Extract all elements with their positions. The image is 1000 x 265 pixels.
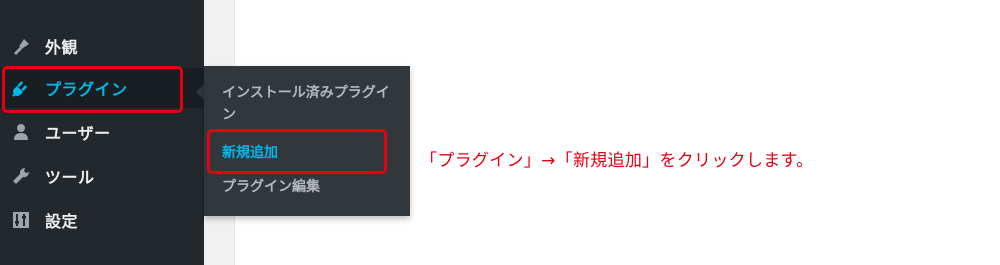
brush-icon [9,34,33,58]
sidebar-item-tools[interactable]: ツール [0,156,204,196]
sidebar-item-label: 外観 [45,38,79,57]
sidebar-item-label: ツール [45,168,95,187]
submenu-item-installed-plugins[interactable]: インストール済みプラグイン [222,82,402,126]
sidebar-item-plugins[interactable]: プラグイン [0,68,204,108]
sidebar-item-label: ユーザー [45,124,111,143]
sidebar-item-label: 設定 [45,212,79,231]
plugin-icon [9,76,33,100]
sidebar-item-label: プラグイン [45,80,128,99]
instruction-annotation: 「プラグイン」→「新規追加」をクリックします。 [420,151,814,171]
sidebar-item-settings[interactable]: 設定 [0,200,204,240]
sidebar-item-appearance[interactable]: 外観 [0,26,204,66]
submenu-item-add-new[interactable]: 新規追加 [222,142,402,164]
sidebar-item-users[interactable]: ユーザー [0,112,204,152]
submenu-item-plugin-editor[interactable]: プラグイン編集 [222,176,402,198]
settings-icon [9,208,33,232]
user-icon [9,120,33,144]
flyout-arrow [196,84,204,100]
wrench-icon [9,164,33,188]
plugins-submenu: インストール済みプラグイン 新規追加 プラグイン編集 [204,66,410,216]
